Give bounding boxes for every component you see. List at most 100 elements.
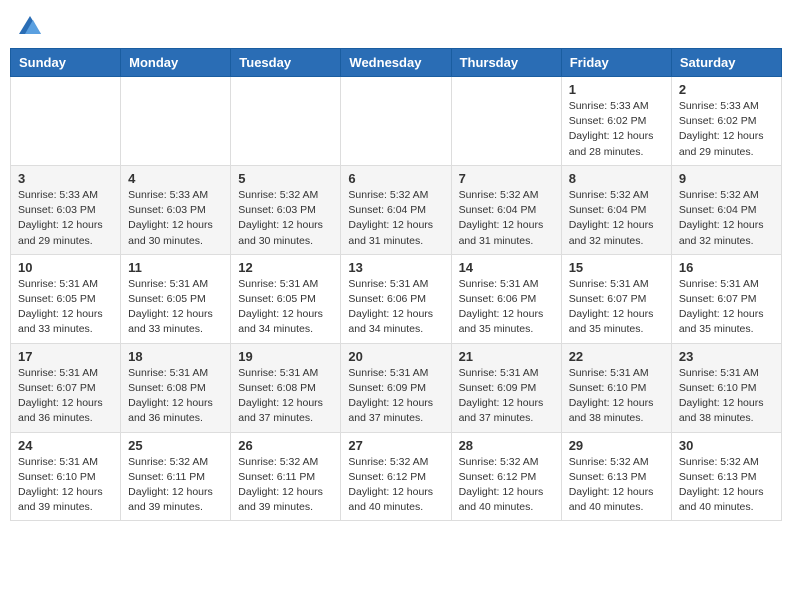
day-info: Sunrise: 5:32 AMSunset: 6:11 PMDaylight:…	[128, 455, 223, 516]
day-info: Sunrise: 5:31 AMSunset: 6:07 PMDaylight:…	[569, 277, 664, 338]
day-info: Sunrise: 5:31 AMSunset: 6:07 PMDaylight:…	[18, 366, 113, 427]
calendar-day-8: 8 Sunrise: 5:32 AMSunset: 6:04 PMDaylight…	[561, 165, 671, 254]
calendar-day-6: 6 Sunrise: 5:32 AMSunset: 6:04 PMDaylight…	[341, 165, 451, 254]
day-info: Sunrise: 5:31 AMSunset: 6:06 PMDaylight:…	[348, 277, 443, 338]
logo	[18, 16, 41, 34]
day-number: 10	[18, 260, 113, 275]
calendar-table: SundayMondayTuesdayWednesdayThursdayFrid…	[10, 48, 782, 521]
day-info: Sunrise: 5:31 AMSunset: 6:10 PMDaylight:…	[569, 366, 664, 427]
day-number: 18	[128, 349, 223, 364]
day-number: 23	[679, 349, 774, 364]
empty-cell	[231, 77, 341, 166]
day-number: 9	[679, 171, 774, 186]
day-number: 8	[569, 171, 664, 186]
calendar-day-29: 29 Sunrise: 5:32 AMSunset: 6:13 PMDayligh…	[561, 432, 671, 521]
calendar-day-19: 19Sunrise: 5:31 AMSunset: 6:08 PMDayligh…	[231, 343, 341, 432]
day-header-saturday: Saturday	[671, 49, 781, 77]
day-number: 2	[679, 82, 774, 97]
day-info: Sunrise: 5:31 AMSunset: 6:05 PMDaylight:…	[18, 277, 113, 338]
day-info: Sunrise: 5:31 AMSunset: 6:05 PMDaylight:…	[238, 277, 333, 338]
day-info: Sunrise: 5:31 AMSunset: 6:10 PMDaylight:…	[679, 366, 774, 427]
day-number: 29	[569, 438, 664, 453]
calendar-week-3: 10 Sunrise: 5:31 AMSunset: 6:05 PMDayligh…	[11, 254, 782, 343]
day-header-monday: Monday	[121, 49, 231, 77]
empty-cell	[121, 77, 231, 166]
day-info: Sunrise: 5:32 AMSunset: 6:13 PMDaylight:…	[569, 455, 664, 516]
calendar-day-7: 7Sunrise: 5:32 AMSunset: 6:04 PMDaylight…	[451, 165, 561, 254]
day-number: 28	[459, 438, 554, 453]
day-number: 30	[679, 438, 774, 453]
calendar-day-26: 26 Sunrise: 5:32 AMSunset: 6:11 PMDayligh…	[231, 432, 341, 521]
day-info: Sunrise: 5:32 AMSunset: 6:13 PMDaylight:…	[679, 455, 774, 516]
day-info: Sunrise: 5:31 AMSunset: 6:08 PMDaylight:…	[128, 366, 223, 427]
calendar-week-1: 1 Sunrise: 5:33 AMSunset: 6:02 PMDaylight…	[11, 77, 782, 166]
day-number: 6	[348, 171, 443, 186]
calendar-day-2: 2Sunrise: 5:33 AMSunset: 6:02 PMDaylight…	[671, 77, 781, 166]
calendar-day-13: 13 Sunrise: 5:31 AMSunset: 6:06 PMDayligh…	[341, 254, 451, 343]
day-info: Sunrise: 5:32 AMSunset: 6:04 PMDaylight:…	[569, 188, 664, 249]
day-number: 25	[128, 438, 223, 453]
calendar-day-1: 1 Sunrise: 5:33 AMSunset: 6:02 PMDaylight…	[561, 77, 671, 166]
day-info: Sunrise: 5:33 AMSunset: 6:03 PMDaylight:…	[18, 188, 113, 249]
day-number: 14	[459, 260, 554, 275]
calendar-day-21: 21Sunrise: 5:31 AMSunset: 6:09 PMDayligh…	[451, 343, 561, 432]
calendar-day-27: 27 Sunrise: 5:32 AMSunset: 6:12 PMDayligh…	[341, 432, 451, 521]
empty-cell	[451, 77, 561, 166]
calendar-header-row: SundayMondayTuesdayWednesdayThursdayFrid…	[11, 49, 782, 77]
calendar-day-28: 28 Sunrise: 5:32 AMSunset: 6:12 PMDayligh…	[451, 432, 561, 521]
calendar-day-15: 15 Sunrise: 5:31 AMSunset: 6:07 PMDayligh…	[561, 254, 671, 343]
day-number: 20	[348, 349, 443, 364]
day-info: Sunrise: 5:33 AMSunset: 6:03 PMDaylight:…	[128, 188, 223, 249]
day-number: 13	[348, 260, 443, 275]
day-number: 17	[18, 349, 113, 364]
day-info: Sunrise: 5:31 AMSunset: 6:10 PMDaylight:…	[18, 455, 113, 516]
day-number: 5	[238, 171, 333, 186]
calendar-day-25: 25 Sunrise: 5:32 AMSunset: 6:11 PMDayligh…	[121, 432, 231, 521]
day-info: Sunrise: 5:31 AMSunset: 6:09 PMDaylight:…	[459, 366, 554, 427]
calendar-day-23: 23 Sunrise: 5:31 AMSunset: 6:10 PMDayligh…	[671, 343, 781, 432]
calendar-day-30: 30 Sunrise: 5:32 AMSunset: 6:13 PMDayligh…	[671, 432, 781, 521]
day-header-wednesday: Wednesday	[341, 49, 451, 77]
empty-cell	[341, 77, 451, 166]
day-info: Sunrise: 5:32 AMSunset: 6:11 PMDaylight:…	[238, 455, 333, 516]
calendar-day-4: 4Sunrise: 5:33 AMSunset: 6:03 PMDaylight…	[121, 165, 231, 254]
day-number: 3	[18, 171, 113, 186]
calendar-day-11: 11Sunrise: 5:31 AMSunset: 6:05 PMDayligh…	[121, 254, 231, 343]
calendar-week-2: 3 Sunrise: 5:33 AMSunset: 6:03 PMDaylight…	[11, 165, 782, 254]
logo-icon	[19, 16, 41, 34]
day-number: 1	[569, 82, 664, 97]
day-info: Sunrise: 5:32 AMSunset: 6:12 PMDaylight:…	[348, 455, 443, 516]
calendar-day-16: 16Sunrise: 5:31 AMSunset: 6:07 PMDayligh…	[671, 254, 781, 343]
calendar-week-5: 24 Sunrise: 5:31 AMSunset: 6:10 PMDayligh…	[11, 432, 782, 521]
day-number: 22	[569, 349, 664, 364]
day-header-sunday: Sunday	[11, 49, 121, 77]
day-header-tuesday: Tuesday	[231, 49, 341, 77]
day-info: Sunrise: 5:31 AMSunset: 6:05 PMDaylight:…	[128, 277, 223, 338]
day-number: 27	[348, 438, 443, 453]
calendar-day-17: 17 Sunrise: 5:31 AMSunset: 6:07 PMDayligh…	[11, 343, 121, 432]
day-info: Sunrise: 5:31 AMSunset: 6:08 PMDaylight:…	[238, 366, 333, 427]
day-header-thursday: Thursday	[451, 49, 561, 77]
empty-cell	[11, 77, 121, 166]
day-info: Sunrise: 5:32 AMSunset: 6:04 PMDaylight:…	[348, 188, 443, 249]
calendar-day-18: 18 Sunrise: 5:31 AMSunset: 6:08 PMDayligh…	[121, 343, 231, 432]
day-info: Sunrise: 5:32 AMSunset: 6:12 PMDaylight:…	[459, 455, 554, 516]
day-info: Sunrise: 5:33 AMSunset: 6:02 PMDaylight:…	[569, 99, 664, 160]
day-number: 26	[238, 438, 333, 453]
day-info: Sunrise: 5:31 AMSunset: 6:09 PMDaylight:…	[348, 366, 443, 427]
calendar-day-24: 24 Sunrise: 5:31 AMSunset: 6:10 PMDayligh…	[11, 432, 121, 521]
calendar-day-9: 9 Sunrise: 5:32 AMSunset: 6:04 PMDaylight…	[671, 165, 781, 254]
calendar-day-5: 5 Sunrise: 5:32 AMSunset: 6:03 PMDaylight…	[231, 165, 341, 254]
calendar-day-20: 20 Sunrise: 5:31 AMSunset: 6:09 PMDayligh…	[341, 343, 451, 432]
calendar-day-10: 10 Sunrise: 5:31 AMSunset: 6:05 PMDayligh…	[11, 254, 121, 343]
day-number: 7	[459, 171, 554, 186]
day-info: Sunrise: 5:32 AMSunset: 6:03 PMDaylight:…	[238, 188, 333, 249]
day-info: Sunrise: 5:31 AMSunset: 6:07 PMDaylight:…	[679, 277, 774, 338]
calendar-week-4: 17 Sunrise: 5:31 AMSunset: 6:07 PMDayligh…	[11, 343, 782, 432]
day-header-friday: Friday	[561, 49, 671, 77]
calendar-day-3: 3 Sunrise: 5:33 AMSunset: 6:03 PMDaylight…	[11, 165, 121, 254]
page-header	[10, 10, 782, 40]
day-number: 24	[18, 438, 113, 453]
day-number: 15	[569, 260, 664, 275]
day-info: Sunrise: 5:32 AMSunset: 6:04 PMDaylight:…	[679, 188, 774, 249]
